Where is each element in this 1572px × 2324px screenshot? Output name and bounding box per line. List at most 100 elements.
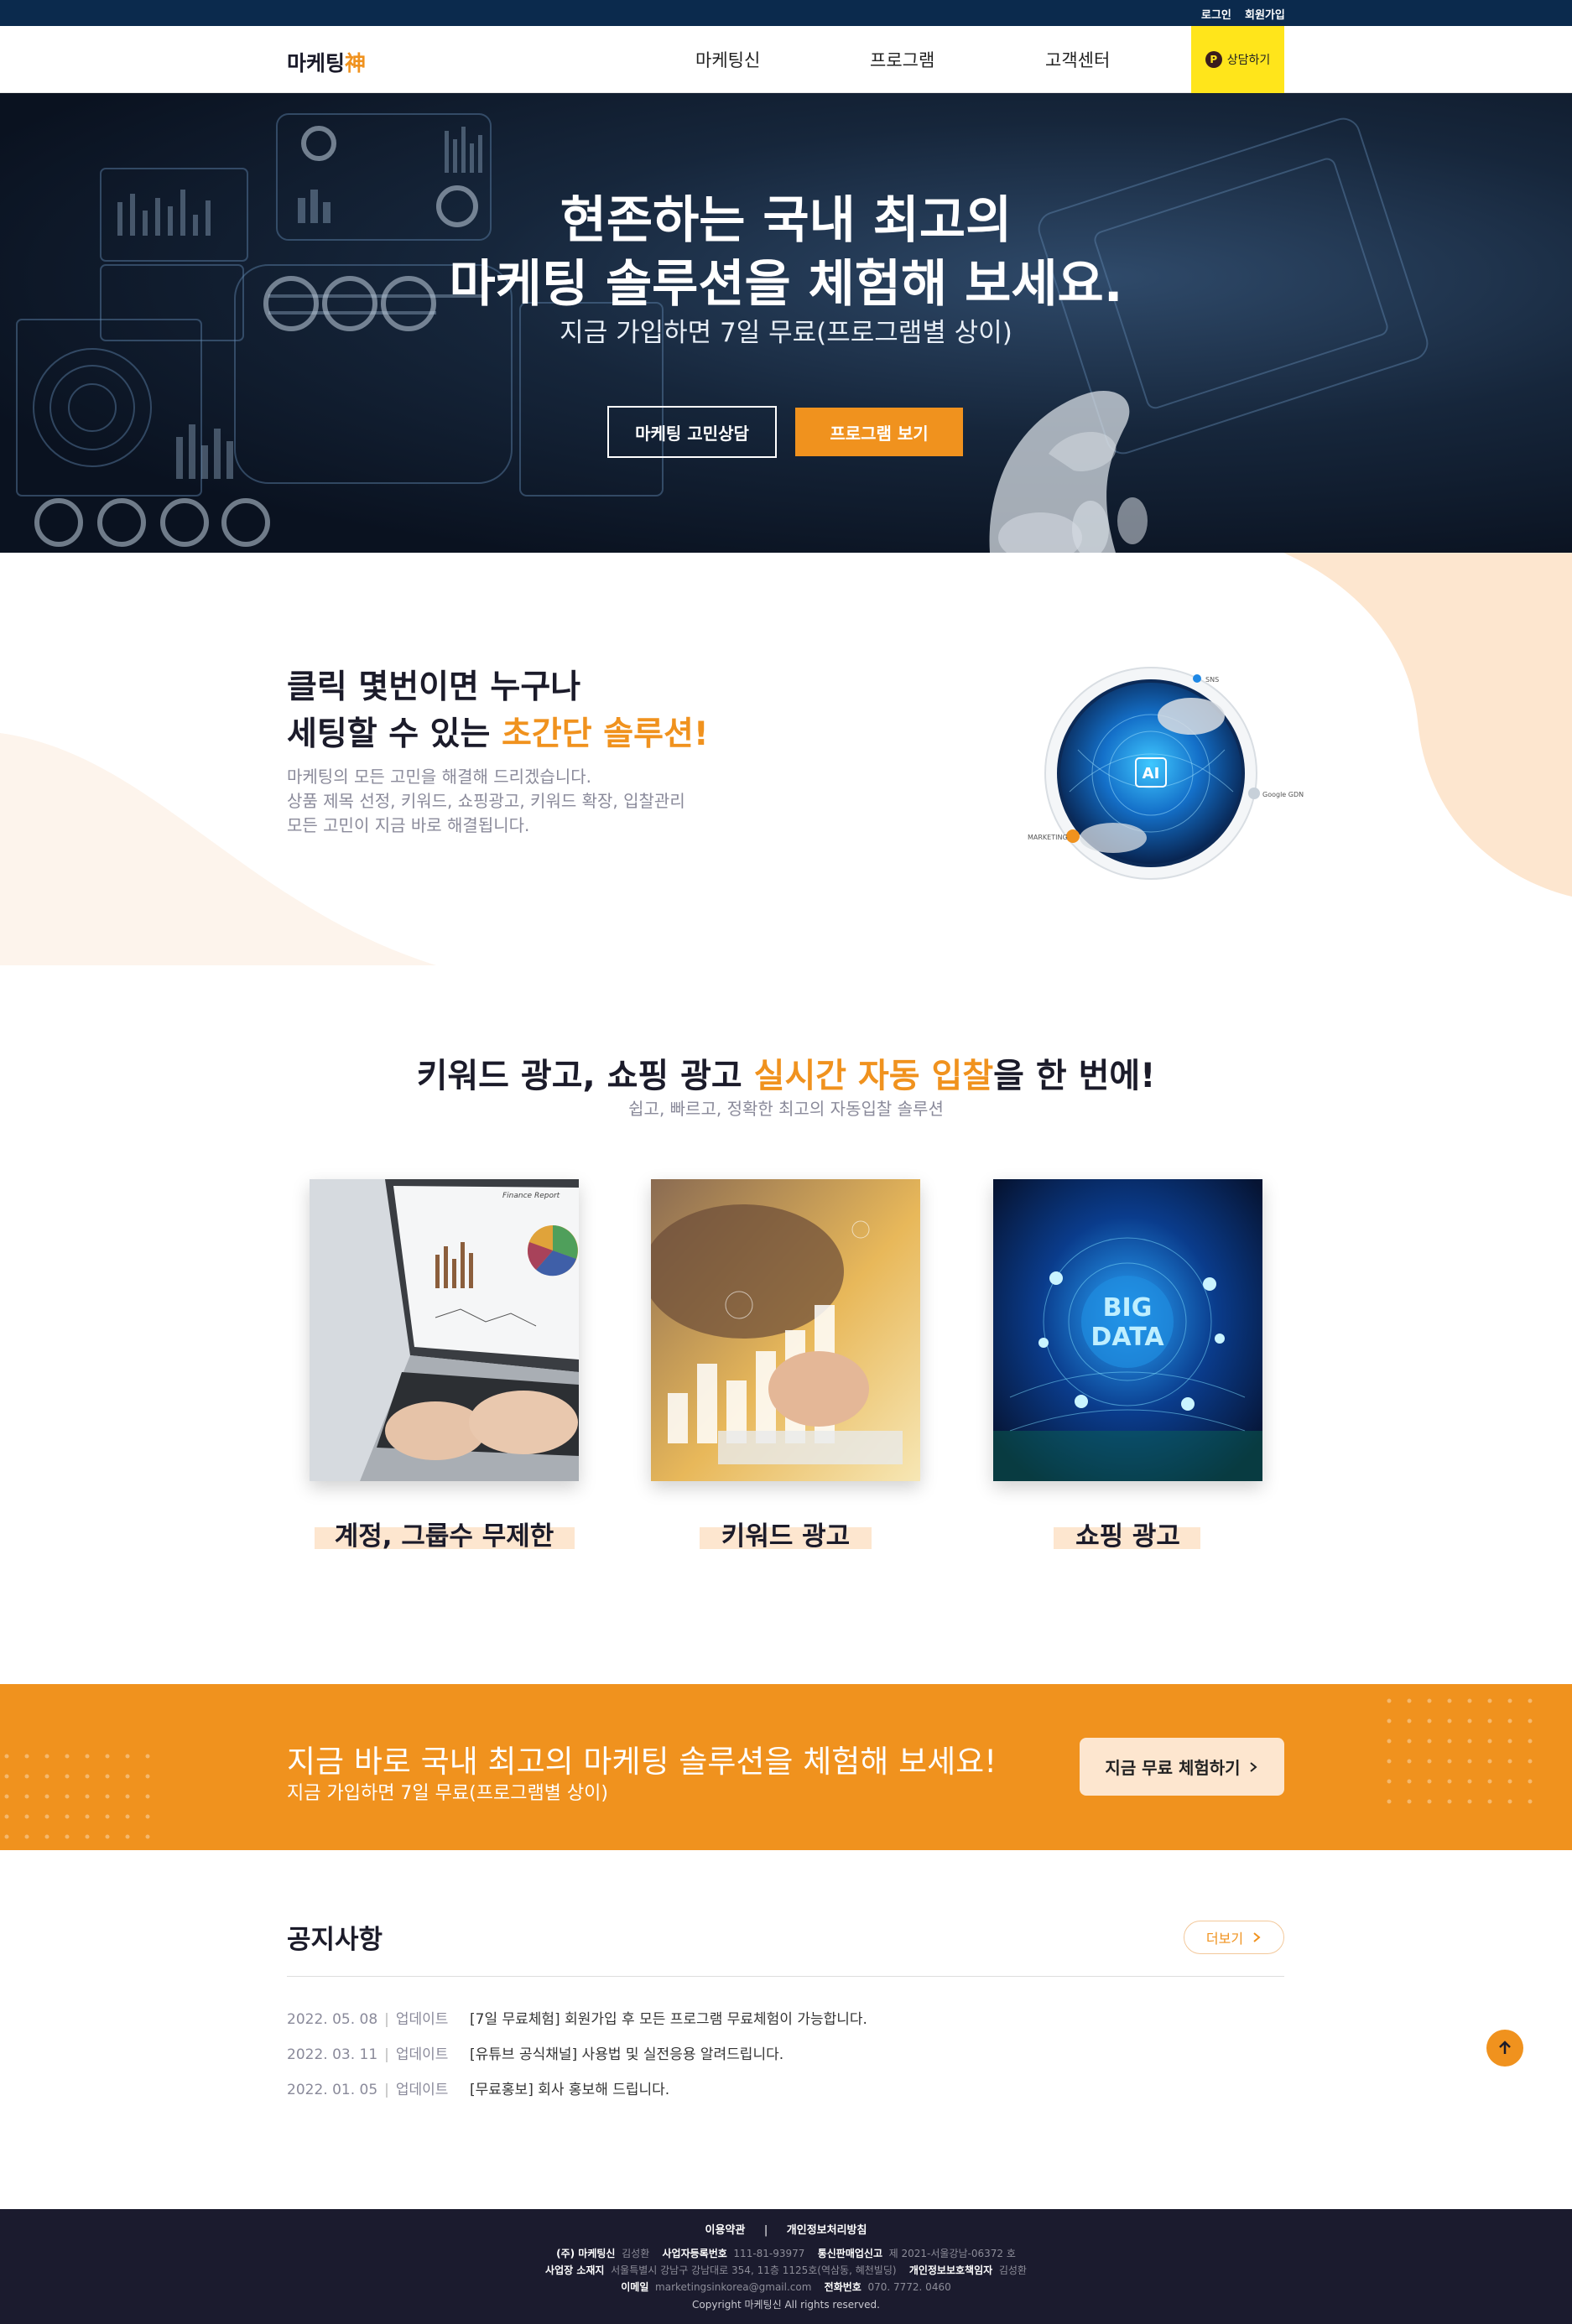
card-label-shopping: 쇼핑 광고 [1075, 1521, 1180, 1552]
notice-date: 2022. 01. 05 [287, 2082, 378, 2098]
address: 서울특별시 강남구 강남대로 354, 11층 1125호(역삼동, 혜천빌딩) [611, 2264, 897, 2276]
keyword-growth-image [651, 1179, 920, 1481]
decor-dot [105, 1834, 110, 1839]
decor-dot [1467, 1698, 1472, 1703]
feature-card-keyword[interactable] [651, 1179, 920, 1481]
nav-item-program[interactable]: 프로그램 [870, 47, 934, 72]
hero-program-button[interactable]: 프로그램 보기 [795, 408, 963, 456]
decor-dot [65, 1814, 70, 1819]
logo-text: 마케팅 [287, 51, 346, 75]
card-label-unlimited: 계정, 그룹수 무제한 [334, 1521, 554, 1552]
login-link[interactable]: 로그인 [1201, 6, 1231, 22]
copyright: Copyright 마케팅신 All rights reserved. [692, 2299, 880, 2311]
decor-dot [1427, 1739, 1432, 1744]
site-logo[interactable]: 마케팅神 [287, 47, 366, 77]
decor-dot [1507, 1739, 1512, 1744]
intro-title-line2: 세팅할 수 있는 초간단 솔루션! [287, 713, 709, 756]
terms-link[interactable]: 이용약관 [705, 2224, 746, 2237]
intro-title-line1: 클릭 몇번이면 누구나 [287, 668, 581, 706]
site-header: 마케팅神 마케팅신 프로그램 고객센터 P 상담하기 [0, 26, 1572, 93]
footer-line-2: 사업장 소재지 서울특별시 강남구 강남대로 354, 11층 1125호(역삼… [0, 2263, 1572, 2277]
decor-dot [1507, 1779, 1512, 1784]
decor-dot [1487, 1698, 1492, 1703]
chevron-right-icon [1253, 1932, 1261, 1942]
decor-dot [1387, 1739, 1392, 1744]
features-title-prefix: 키워드 광고, 쇼핑 광고 [416, 1057, 754, 1095]
decor-dot [85, 1814, 90, 1819]
footer-line-1: (주) 마케팅신 김성환 사업자등록번호 111-81-93977 통신판매업신… [0, 2246, 1572, 2260]
notice-tag: 업데이트 [395, 2046, 449, 2063]
chevron-right-icon [1249, 1761, 1257, 1772]
decor-dot [1507, 1799, 1512, 1804]
nav-item-marketingsin[interactable]: 마케팅신 [695, 47, 760, 72]
intro-title-highlight: 초간단 솔루션! [502, 715, 709, 753]
notice-row[interactable]: 2022. 01. 05 | 업데이트 [무료홍보] 회사 홍보해 드립니다. [287, 2077, 669, 2098]
decor-dot [125, 1794, 130, 1799]
intro-desc-1: 마케팅의 모든 고민을 해결해 드리겠습니다. [287, 767, 591, 787]
notice-more-button[interactable]: 더보기 [1184, 1921, 1284, 1954]
decor-dot [125, 1774, 130, 1779]
decor-dot [1447, 1759, 1452, 1764]
notice-row[interactable]: 2022. 05. 08 | 업데이트 [7일 무료체험] 회원가입 후 모든 프로그… [287, 2007, 867, 2028]
decor-dot [4, 1794, 9, 1799]
decor-dot [44, 1814, 49, 1819]
signup-link[interactable]: 회원가입 [1245, 6, 1285, 22]
email[interactable]: marketingsinkorea@gmail.com [655, 2281, 811, 2293]
decor-dot [1427, 1799, 1432, 1804]
decor-dot [1407, 1799, 1412, 1804]
nav-item-support[interactable]: 고객센터 [1045, 47, 1110, 72]
privacy-link[interactable]: 개인정보처리방침 [787, 2224, 867, 2237]
decor-dot [1487, 1799, 1492, 1804]
big-data-text-2: DATA [1091, 1323, 1164, 1352]
notice-text: [무료홍보] 회사 홍보해 드립니다. [470, 2082, 670, 2098]
decor-dot [105, 1814, 110, 1819]
decor-dot [1467, 1718, 1472, 1724]
footer-line-3: 이메일 marketingsinkorea@gmail.com 전화번호 070… [0, 2280, 1572, 2294]
decor-dot [44, 1774, 49, 1779]
decor-dot [1427, 1759, 1432, 1764]
scroll-top-button[interactable] [1486, 2030, 1523, 2067]
feature-card-unlimited[interactable]: Finance Report [310, 1179, 579, 1481]
decor-dot [1387, 1718, 1392, 1724]
notice-date: 2022. 05. 08 [287, 2011, 378, 2028]
decor-dot [145, 1774, 150, 1779]
decor-dot [1387, 1759, 1392, 1764]
decor-dot [1487, 1779, 1492, 1784]
decor-dot [65, 1834, 70, 1839]
decor-dot [1407, 1698, 1412, 1703]
mail-order-no: 제 2021-서울강남-06372 호 [888, 2248, 1016, 2259]
cta-button-label: 지금 무료 체험하기 [1105, 1758, 1241, 1778]
decor-dot [1507, 1718, 1512, 1724]
decor-dot [1487, 1739, 1492, 1744]
orbit-label-marketing: MARKETING [1028, 834, 1068, 841]
company-name: (주) 마케팅신 [556, 2248, 616, 2259]
decor-dot [4, 1834, 9, 1839]
decor-dot [44, 1834, 49, 1839]
decor-dot [125, 1754, 130, 1759]
notice-text: [7일 무료체험] 회원가입 후 모든 프로그램 무료체험이 가능합니다. [470, 2011, 867, 2028]
kakao-plus-icon: P [1205, 51, 1222, 68]
feature-card-shopping[interactable]: BIG DATA [993, 1179, 1262, 1481]
features-subtitle: 쉽고, 빠르고, 정확한 최고의 자동입찰 솔루션 [628, 1099, 944, 1119]
decor-dot [145, 1794, 150, 1799]
biz-no: 111-81-93977 [733, 2248, 805, 2259]
decor-dot [1427, 1779, 1432, 1784]
cta-title: 지금 바로 국내 최고의 마케팅 솔루션을 체험해 보세요! [287, 1744, 997, 1780]
ai-badge: AI [1143, 765, 1160, 782]
hero-consult-button[interactable]: 마케팅 고민상담 [607, 406, 777, 458]
hero-title-line1: 현존하는 국내 최고의 [560, 191, 1012, 250]
notice-row[interactable]: 2022. 03. 11 | 업데이트 [유튜브 공식채널] 사용법 및 실전응용 알… [287, 2042, 783, 2063]
kakao-consult-button[interactable]: P 상담하기 [1191, 26, 1284, 93]
decor-dot [24, 1794, 29, 1799]
email-label: 이메일 [621, 2281, 649, 2293]
decor-dot [105, 1754, 110, 1759]
decor-dot [145, 1834, 150, 1839]
decor-dot [1407, 1718, 1412, 1724]
decor-dot [1447, 1779, 1452, 1784]
intro-desc-3: 모든 고민이 지금 바로 해결됩니다. [287, 815, 530, 835]
notice-title: 공지사항 [287, 1925, 383, 1955]
utility-bar: 로그인 회원가입 [0, 0, 1572, 26]
cta-free-trial-button[interactable]: 지금 무료 체험하기 [1080, 1738, 1284, 1796]
footer-separator: | [763, 2224, 768, 2237]
site-footer: 이용약관 | 개인정보처리방침 (주) 마케팅신 김성환 사업자등록번호 111… [0, 2209, 1572, 2324]
